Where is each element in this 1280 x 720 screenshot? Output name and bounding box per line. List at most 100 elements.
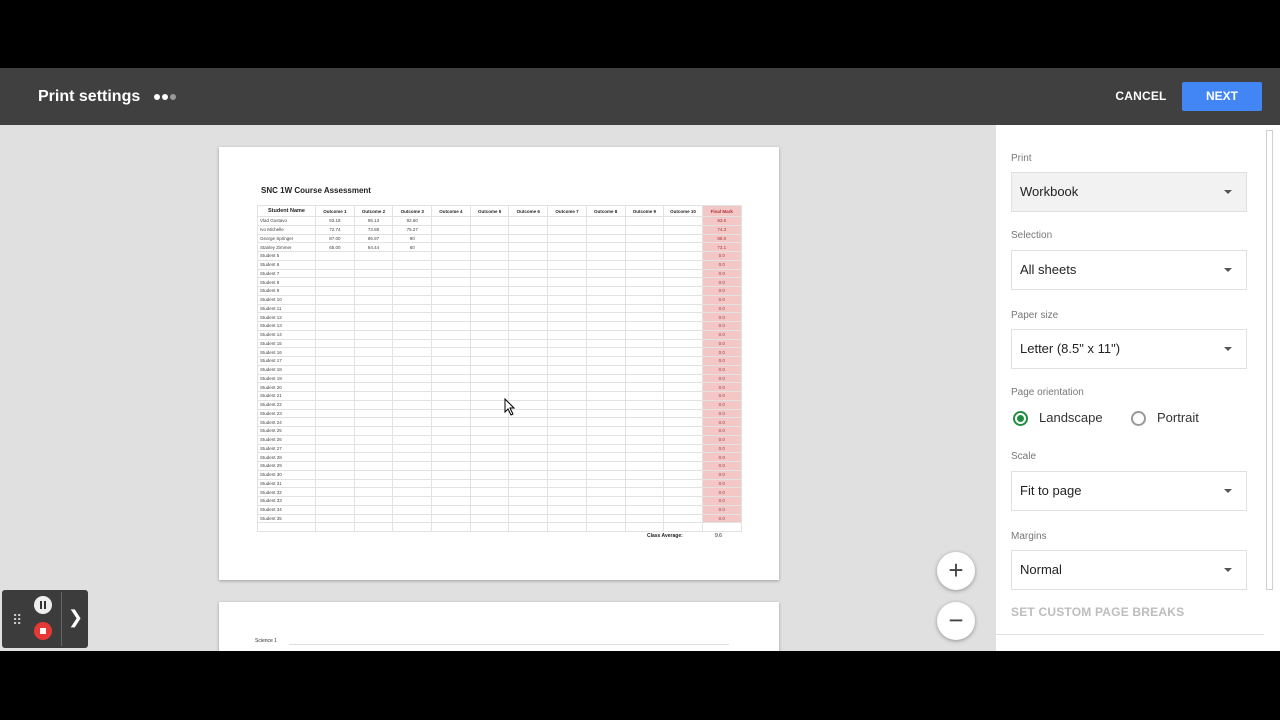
table-cell	[353, 268, 394, 279]
table-cell	[663, 399, 703, 410]
margins-label: Margins	[1011, 531, 1047, 542]
print-select[interactable]: Workbook	[1011, 172, 1247, 212]
landscape-radio-label[interactable]: Landscape	[1039, 410, 1103, 425]
table-cell	[547, 356, 587, 366]
table-cell	[315, 329, 355, 340]
table-cell	[624, 391, 665, 401]
table-cell: Student 13	[257, 321, 316, 331]
table-cell	[469, 338, 510, 349]
cancel-button[interactable]: CANCEL	[1106, 82, 1176, 111]
mouse-pointer-icon	[504, 398, 516, 416]
table-cell: 0.0	[701, 382, 742, 392]
paper-size-select[interactable]: Letter (8.5" x 11")	[1011, 329, 1247, 369]
table-cell	[315, 277, 355, 287]
table-cell	[624, 373, 665, 384]
table-cell: 93.18	[315, 216, 355, 226]
scale-select[interactable]: Fit to page	[1011, 471, 1247, 511]
table-cell	[315, 294, 355, 305]
table-cell	[353, 382, 394, 392]
zoom-out-button[interactable]: −	[937, 602, 975, 640]
table-cell	[585, 434, 626, 445]
settings-scrollbar[interactable]	[1266, 130, 1273, 590]
table-cell	[431, 426, 471, 436]
table-cell	[585, 268, 626, 279]
set-custom-page-breaks-button[interactable]: SET CUSTOM PAGE BREAKS	[1011, 605, 1184, 619]
table-cell	[392, 347, 433, 357]
table-cell	[469, 487, 510, 497]
table-cell	[353, 504, 394, 515]
table-cell	[585, 329, 626, 340]
table-cell	[624, 329, 665, 340]
portrait-radio[interactable]	[1131, 411, 1146, 426]
table-cell: 0.0	[701, 268, 742, 279]
table-cell: 0.0	[701, 469, 742, 480]
next-button[interactable]: NEXT	[1182, 82, 1262, 111]
drag-handle-icon[interactable]: ⠿	[12, 612, 22, 629]
table-cell: 0.0	[701, 321, 742, 331]
portrait-radio-label[interactable]: Portrait	[1157, 410, 1199, 425]
table-cell: 73.1	[701, 242, 742, 252]
table-row: Student 16 0.0	[257, 347, 742, 357]
table-cell	[469, 294, 510, 305]
table-cell	[431, 487, 471, 497]
table-cell	[663, 487, 703, 497]
table-cell	[624, 216, 665, 226]
table-cell: 0.0	[701, 399, 742, 410]
table-cell	[431, 391, 471, 401]
margins-select[interactable]: Normal	[1011, 550, 1247, 590]
table-cell	[392, 426, 433, 436]
table-cell	[585, 399, 626, 410]
table-cell	[392, 434, 433, 445]
table-row: Vlad Gustavo 93.18 95.13 92.60 93.6	[257, 216, 742, 226]
table-cell	[624, 224, 665, 235]
table-cell	[624, 469, 665, 480]
stop-icon[interactable]	[34, 622, 52, 640]
table-cell	[353, 478, 394, 489]
table-cell	[508, 373, 549, 384]
table-cell: Student 6	[257, 259, 316, 270]
sheet-title: SNC 1W Course Assessment	[261, 186, 371, 195]
table-cell	[508, 356, 549, 366]
chevron-right-icon[interactable]: ❯	[68, 607, 83, 628]
column-header: Final Mark	[701, 205, 742, 217]
table-cell	[315, 382, 355, 392]
table-cell	[624, 382, 665, 392]
table-cell	[392, 382, 433, 392]
table-cell: Student 19	[257, 373, 316, 384]
table-cell	[431, 329, 471, 340]
table-row: Ivo Michelle 72.74 73.88 75.27 74.3	[257, 224, 742, 235]
table-cell	[353, 312, 394, 322]
table-cell	[469, 321, 510, 331]
table-cell	[392, 399, 433, 410]
table-cell	[624, 417, 665, 427]
pause-icon[interactable]	[34, 596, 52, 614]
table-cell	[392, 513, 433, 524]
table-cell	[585, 321, 626, 331]
table-cell	[585, 391, 626, 401]
table-cell: 0.0	[701, 417, 742, 427]
table-row: Student 30 0.0	[257, 469, 742, 480]
paper-size-label: Paper size	[1011, 310, 1059, 321]
table-cell	[508, 329, 549, 340]
table-cell	[431, 452, 471, 462]
print-preview[interactable]: SNC 1W Course Assessment Student Name Out…	[0, 125, 996, 651]
table-cell	[663, 408, 703, 419]
table-cell	[624, 259, 665, 270]
landscape-radio[interactable]	[1013, 411, 1028, 426]
table-row: Student 5 0.0	[257, 251, 742, 261]
table-cell	[585, 469, 626, 480]
table-cell	[353, 426, 394, 436]
selection-select[interactable]: All sheets	[1011, 250, 1247, 290]
zoom-in-button[interactable]: +	[937, 552, 975, 590]
table-cell	[315, 391, 355, 401]
preview-page-2: Science 1	[219, 602, 779, 651]
table-cell	[624, 356, 665, 366]
table-cell	[353, 329, 394, 340]
table-cell	[585, 382, 626, 392]
table-cell: 0.0	[701, 277, 742, 287]
table-header-row: Student Name Outcome 1 Outcome 2 Outcome 3O…	[257, 205, 742, 217]
table-cell	[508, 259, 549, 270]
table-cell	[508, 443, 549, 454]
table-cell	[547, 312, 587, 322]
selection-label: Selection	[1011, 230, 1053, 241]
